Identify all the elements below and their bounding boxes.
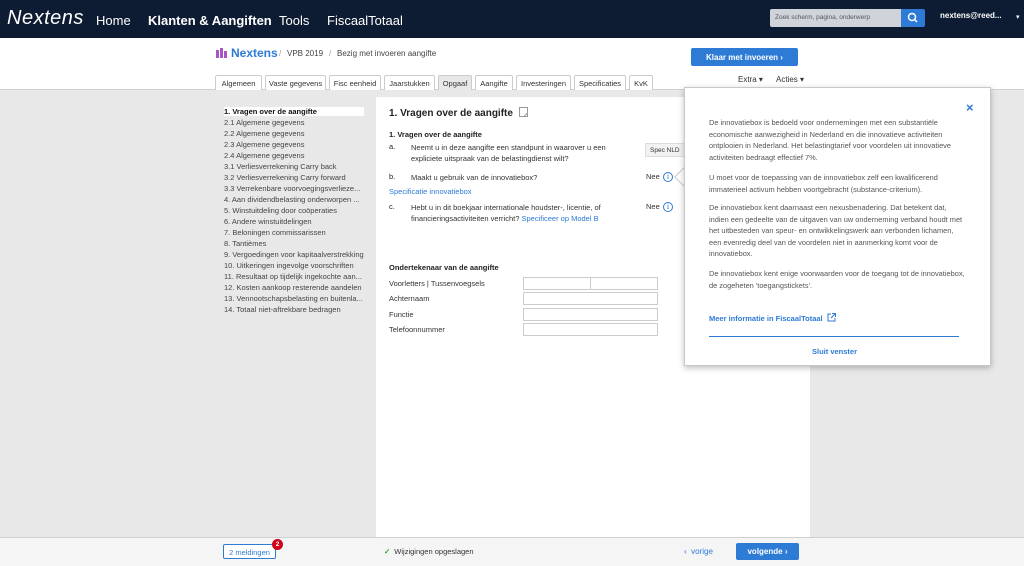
sidebar-item[interactable]: 2.3 Algemene gegevens [224, 140, 364, 149]
tab-investeringen[interactable]: Investeringen [516, 75, 571, 90]
specificeer-model-b-link[interactable]: Specificeer op Model B [521, 214, 598, 223]
tab-vaste-gegevens[interactable]: Vaste gegevens [265, 75, 326, 90]
nav-fiscaaltotaal[interactable]: FiscaalTotaal [327, 13, 403, 28]
external-link-icon [827, 313, 836, 322]
acties-menu[interactable]: Acties ▾ [776, 75, 804, 84]
tab-jaarstukken[interactable]: Jaarstukken [384, 75, 435, 90]
sidebar-item[interactable]: 4. Aan dividendbelasting onderworpen ... [224, 195, 364, 204]
footer-bar [0, 537, 1024, 566]
question-letter: c. [389, 202, 395, 211]
tab-kvk[interactable]: KvK [629, 75, 653, 90]
chevron-down-icon: ▾ [758, 75, 763, 84]
sidebar-item[interactable]: 14. Totaal niet-aftrekbare bedragen [224, 305, 364, 314]
question-text: Maakt u gebruik van de innovatiebox? [411, 173, 538, 182]
nav-tools[interactable]: Tools [279, 13, 309, 28]
sluit-venster-button[interactable]: Sluit venster [812, 347, 857, 356]
sidebar-item[interactable]: 2.1 Algemene gegevens [224, 118, 364, 127]
chevron-left-icon: ‹ [684, 547, 687, 556]
note-icon[interactable] [518, 107, 528, 117]
sidebar-item[interactable]: 2.4 Algemene gegevens [224, 151, 364, 160]
breadcrumb-company[interactable]: Nextens [231, 46, 278, 60]
page-title: 1. Vragen over de aangifte [389, 107, 528, 119]
sidebar-item[interactable]: 10. Uitkeringen ingevolge voorschriften [224, 261, 364, 270]
sidebar-item[interactable]: 2.2 Algemene gegevens [224, 129, 364, 138]
achternaam-field[interactable] [523, 292, 658, 305]
tab-specificaties[interactable]: Specificaties [574, 75, 626, 90]
sidebar-item[interactable]: 6. Andere winstuitdelingen [224, 217, 364, 226]
spec-nld-button[interactable]: Spec NLD [645, 143, 687, 157]
section-subtitle: 1. Vragen over de aangifte [389, 130, 482, 139]
nextens-logo[interactable]: Nextens [7, 7, 84, 30]
sidebar-item[interactable]: 12. Kosten aankoop resterende aandelen [224, 283, 364, 292]
sidebar-item[interactable]: 3.2 Verliesverrekening Carry forward [224, 173, 364, 182]
info-icon[interactable]: i [663, 172, 673, 182]
question-text: Hebt u in dit boekjaar internationale ho… [411, 203, 601, 223]
popup-paragraph: De innovatiebox kent daarnaast een nexus… [709, 203, 963, 259]
divider [709, 336, 959, 337]
popup-paragraph: U moet voor de toepassing van de innovat… [709, 173, 938, 194]
sidebar-item[interactable]: 3.3 Verrekenbare voorvoegingsverlieze... [224, 184, 364, 193]
sidebar-item-vragen[interactable]: 1. Vragen over de aangifte [224, 107, 364, 116]
check-icon: ✓ [384, 547, 391, 556]
chevron-down-icon: ▾ [800, 75, 805, 84]
question-letter: a. [389, 142, 396, 151]
user-menu[interactable]: nextens@reed... [940, 11, 1002, 20]
breadcrumb-separator: / [279, 49, 282, 58]
popup-paragraph: De innovatiebox is bedoeld voor ondernem… [709, 118, 951, 162]
close-icon[interactable]: × [966, 100, 974, 115]
specificatie-innovatiebox-link[interactable]: Specificatie innovatiebox [389, 186, 609, 197]
sidebar-item[interactable]: 13. Vennootschapsbelasting en buitenla..… [224, 294, 364, 303]
breadcrumb-separator: / [329, 49, 332, 58]
tab-aangifte[interactable]: Aangifte [475, 75, 513, 90]
sidebar-item[interactable]: 11. Resultaat op tijdelijk ingekochte aa… [224, 272, 364, 281]
sidebar-item[interactable]: 7. Beloningen commissarissen [224, 228, 364, 237]
search-input[interactable]: Zoek scherm, pagina, onderwerp [770, 9, 901, 27]
search-icon [907, 12, 918, 23]
form-label: Telefoonnummer [389, 325, 445, 334]
extra-menu[interactable]: Extra ▾ [738, 75, 763, 84]
signer-section-title: Ondertekenaar van de aangifte [389, 263, 499, 272]
user-menu-caret-icon[interactable]: ▾ [1016, 13, 1020, 21]
tab-algemeen[interactable]: Algemeen [215, 75, 262, 90]
functie-field[interactable] [523, 308, 658, 321]
breadcrumb-item-vpb[interactable]: VPB 2019 [287, 49, 323, 58]
sidebar-item[interactable]: 5. Winstuitdeling door coöperaties [224, 206, 364, 215]
answer-select[interactable]: Nee [646, 172, 660, 181]
nav-klanten-aangiften[interactable]: Klanten & Aangiften [148, 13, 272, 28]
meer-informatie-link[interactable]: Meer informatie in FiscaalTotaal [709, 313, 836, 323]
building-icon [216, 48, 227, 58]
search-button[interactable] [901, 9, 925, 27]
telefoonnummer-field[interactable] [523, 323, 658, 336]
tab-fisc-eenheid[interactable]: Fisc eenheid [329, 75, 381, 90]
breadcrumb-item-status: Bezig met invoeren aangifte [337, 49, 437, 58]
question-text: Neemt u in deze aangifte een standpunt i… [411, 143, 606, 163]
meldingen-button[interactable]: 2 meldingen [223, 544, 276, 559]
tussenvoegsels-field[interactable] [590, 277, 658, 290]
form-label: Functie [389, 310, 414, 319]
popup-paragraph: De innovatiebox kent enige voorwaarden v… [709, 269, 965, 290]
question-letter: b. [389, 172, 396, 181]
sidebar-item[interactable]: 3.1 Verliesverrekening Carry back [224, 162, 364, 171]
notification-badge: 2 [272, 539, 283, 550]
tab-opgaaf[interactable]: Opgaaf [438, 75, 472, 90]
voorletters-field[interactable] [523, 277, 591, 290]
answer-select[interactable]: Nee [646, 202, 660, 211]
sidebar-item[interactable]: 8. Tantièmes [224, 239, 364, 248]
info-icon[interactable]: i [663, 202, 673, 212]
nav-home[interactable]: Home [96, 13, 131, 28]
vorige-button[interactable]: ‹ vorige [684, 547, 713, 556]
klaar-met-invoeren-button[interactable]: Klaar met invoeren › [691, 48, 798, 66]
save-status: ✓ Wijzigingen opgeslagen [384, 547, 474, 556]
sidebar-item[interactable]: 9. Vergoedingen voor kapitaalverstrekkin… [224, 250, 364, 259]
form-label: Achternaam [389, 294, 430, 303]
chevron-right-icon: › [784, 547, 788, 556]
form-label: Voorletters | Tussenvoegsels [389, 279, 485, 288]
volgende-button[interactable]: volgende › [736, 543, 799, 560]
